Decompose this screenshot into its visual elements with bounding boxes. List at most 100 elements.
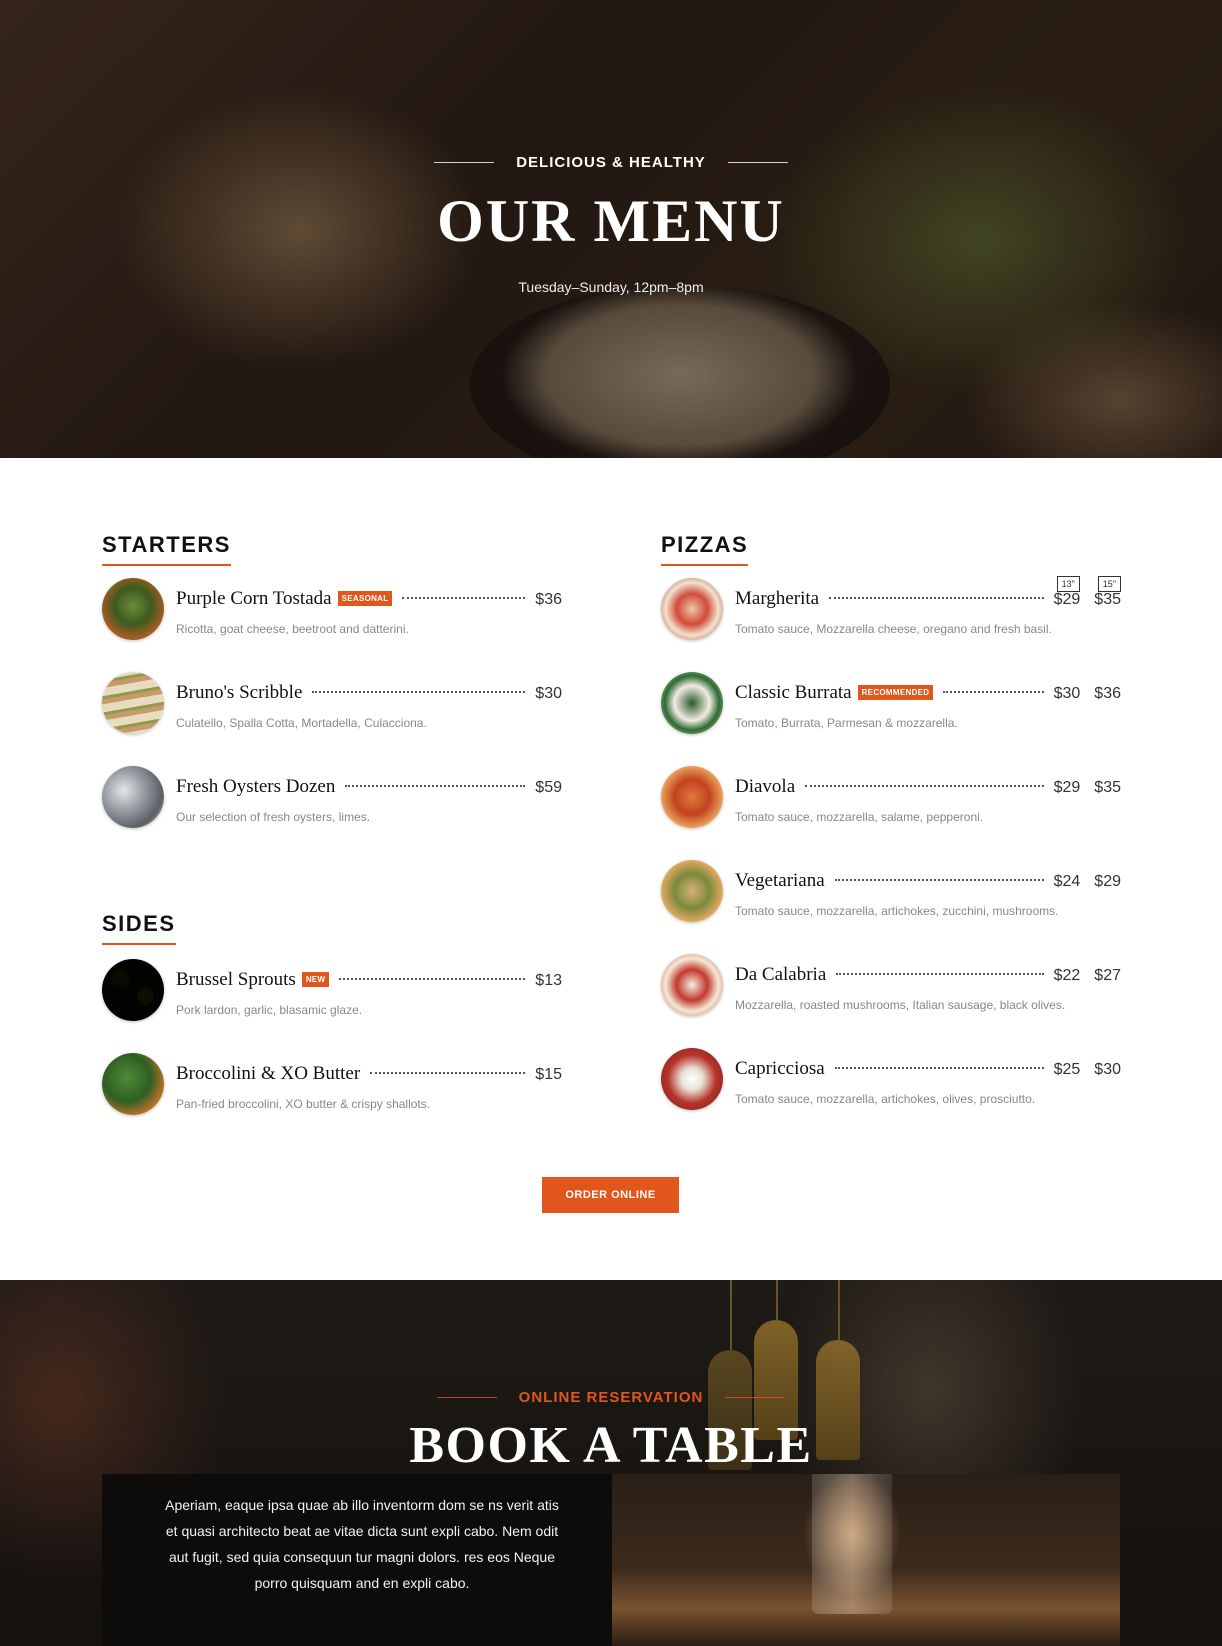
price-large: $35 bbox=[1094, 591, 1121, 608]
menu-item[interactable]: Diavola $29 $35 Tomato sauce, mozzarella… bbox=[661, 766, 1121, 828]
divider-line bbox=[727, 162, 788, 163]
item-description: Pan-fried broccolini, XO butter & crispy… bbox=[176, 1097, 431, 1111]
dish-thumbnail bbox=[102, 766, 164, 828]
item-description: Tomato sauce, mozzarella, salame, pepper… bbox=[735, 810, 984, 824]
pizzas-heading: PIZZAS bbox=[661, 532, 749, 566]
dot-leader bbox=[339, 978, 526, 980]
dot-leader bbox=[312, 691, 526, 693]
menu-item[interactable]: Classic Burrata RECOMMENDED $30 $36 Toma… bbox=[661, 672, 1121, 734]
price-small: $24 bbox=[1053, 873, 1081, 890]
item-name: Capricciosa bbox=[735, 1058, 825, 1079]
price-large: $29 bbox=[1094, 873, 1121, 890]
dot-leader bbox=[834, 879, 1044, 881]
price-small: $29 bbox=[1053, 591, 1081, 608]
price-small: $25 bbox=[1053, 1061, 1081, 1078]
menu-item[interactable]: Margherita $29 $35 Tomato sauce, Mozzare… bbox=[661, 578, 1121, 640]
dot-leader bbox=[370, 1072, 526, 1074]
menu-item[interactable]: Fresh Oysters Dozen $59 Our selection of… bbox=[102, 766, 562, 828]
reservation-text: Aperiam, eaque ipsa quae ab illo invento… bbox=[165, 1497, 559, 1591]
item-price: $30 bbox=[535, 685, 562, 702]
menu-item[interactable]: Bruno's Scribble $30 Culatello, Spalla C… bbox=[102, 672, 562, 734]
menu-item[interactable]: Broccolini & XO Butter $15 Pan-fried bro… bbox=[102, 1053, 562, 1115]
reservation-photo bbox=[612, 1474, 1120, 1646]
divider-line bbox=[436, 1397, 497, 1398]
menu-item[interactable]: Brussel Sprouts NEW $13 Pork lardon, gar… bbox=[102, 959, 562, 1021]
item-name: Da Calabria bbox=[735, 964, 827, 985]
dot-leader bbox=[834, 1067, 1044, 1069]
dish-thumbnail bbox=[661, 766, 723, 828]
recommended-badge: RECOMMENDED bbox=[857, 685, 934, 700]
item-name: Bruno's Scribble bbox=[176, 682, 303, 703]
dot-leader bbox=[836, 973, 1044, 975]
dot-leader bbox=[943, 691, 1044, 693]
pizzas-column: PIZZAS 13" 15" Margherita $29 $35 Tomato… bbox=[661, 532, 1121, 1152]
dish-thumbnail bbox=[661, 954, 723, 1016]
hero-eyebrow-text: DELICIOUS & HEALTHY bbox=[516, 154, 706, 171]
reservation-text-panel: Aperiam, eaque ipsa quae ab illo invento… bbox=[102, 1474, 612, 1646]
item-name: Fresh Oysters Dozen bbox=[176, 776, 336, 797]
dish-thumbnail bbox=[661, 1048, 723, 1110]
starters-column: STARTERS Purple Corn Tostada SEASONAL $3… bbox=[102, 532, 562, 828]
sides-column: SIDES Brussel Sprouts NEW $13 Pork lardo… bbox=[102, 911, 562, 1115]
price-small: $22 bbox=[1053, 967, 1081, 984]
divider-line bbox=[434, 162, 495, 163]
item-description: Tomato, Burrata, Parmesan & mozzarella. bbox=[735, 716, 958, 730]
hero-eyebrow: DELICIOUS & HEALTHY bbox=[434, 154, 788, 171]
sides-heading: SIDES bbox=[102, 911, 176, 945]
dot-leader bbox=[805, 785, 1044, 787]
item-description: Mozzarella, roasted mushrooms, Italian s… bbox=[735, 998, 1066, 1012]
reservation-eyebrow-text: ONLINE RESERVATION bbox=[518, 1389, 704, 1406]
item-name: Vegetariana bbox=[735, 870, 825, 891]
item-price: $15 bbox=[535, 1066, 562, 1083]
dot-leader bbox=[829, 597, 1044, 599]
price-large: $30 bbox=[1094, 1061, 1121, 1078]
starters-heading: STARTERS bbox=[102, 532, 231, 566]
item-name: Margherita bbox=[735, 588, 820, 609]
menu-item[interactable]: Vegetariana $24 $29 Tomato sauce, mozzar… bbox=[661, 860, 1121, 922]
item-name: Broccolini & XO Butter bbox=[176, 1063, 361, 1084]
dish-thumbnail bbox=[102, 672, 164, 734]
item-name: Diavola bbox=[735, 776, 796, 797]
menu-item[interactable]: Capricciosa $25 $30 Tomato sauce, mozzar… bbox=[661, 1048, 1121, 1110]
dot-leader bbox=[345, 785, 526, 787]
menu-item[interactable]: Da Calabria $22 $27 Mozzarella, roasted … bbox=[661, 954, 1121, 1016]
reservation-eyebrow: ONLINE RESERVATION bbox=[436, 1389, 786, 1406]
item-description: Pork lardon, garlic, blasamic glaze. bbox=[176, 1003, 363, 1017]
dish-thumbnail bbox=[661, 672, 723, 734]
dish-thumbnail bbox=[661, 578, 723, 640]
price-small: $29 bbox=[1053, 779, 1081, 796]
item-name: Classic Burrata bbox=[735, 682, 852, 703]
reservation-title: BOOK A TABLE bbox=[409, 1417, 813, 1474]
item-description: Tomato sauce, mozzarella, artichokes, zu… bbox=[735, 904, 1059, 918]
item-name: Brussel Sprouts bbox=[176, 969, 296, 990]
menu-section: STARTERS Purple Corn Tostada SEASONAL $3… bbox=[0, 458, 1222, 1280]
item-description: Tomato sauce, Mozzarella cheese, oregano… bbox=[735, 622, 1052, 636]
reservation-section: ONLINE RESERVATION BOOK A TABLE Aperiam,… bbox=[0, 1280, 1222, 1646]
item-price: $13 bbox=[535, 972, 562, 989]
dish-thumbnail bbox=[102, 959, 164, 1021]
price-large: $36 bbox=[1094, 685, 1121, 702]
dot-leader bbox=[402, 597, 526, 599]
hero-banner: DELICIOUS & HEALTHY OUR MENU Tuesday–Sun… bbox=[0, 0, 1222, 458]
page-title: OUR MENU bbox=[437, 188, 785, 254]
dish-thumbnail bbox=[661, 860, 723, 922]
item-price: $59 bbox=[535, 779, 562, 796]
new-badge: NEW bbox=[301, 972, 330, 987]
price-small: $30 bbox=[1053, 685, 1081, 702]
item-description: Tomato sauce, mozzarella, artichokes, ol… bbox=[735, 1092, 1036, 1106]
item-price: $36 bbox=[535, 591, 562, 608]
glass-image bbox=[812, 1474, 892, 1614]
menu-item[interactable]: Purple Corn Tostada SEASONAL $36 Ricotta… bbox=[102, 578, 562, 640]
price-large: $27 bbox=[1094, 967, 1121, 984]
price-large: $35 bbox=[1094, 779, 1121, 796]
reservation-heading: ONLINE RESERVATION BOOK A TABLE bbox=[0, 1385, 1222, 1472]
item-description: Ricotta, goat cheese, beetroot and datte… bbox=[176, 622, 409, 636]
item-description: Our selection of fresh oysters, limes. bbox=[176, 810, 371, 824]
hero-content: DELICIOUS & HEALTHY OUR MENU Tuesday–Sun… bbox=[0, 150, 1222, 295]
divider-line bbox=[725, 1397, 786, 1398]
item-name: Purple Corn Tostada bbox=[176, 588, 332, 609]
opening-hours: Tuesday–Sunday, 12pm–8pm bbox=[518, 279, 704, 295]
dish-thumbnail bbox=[102, 578, 164, 640]
order-online-button[interactable]: ORDER ONLINE bbox=[542, 1177, 679, 1213]
seasonal-badge: SEASONAL bbox=[337, 591, 393, 606]
